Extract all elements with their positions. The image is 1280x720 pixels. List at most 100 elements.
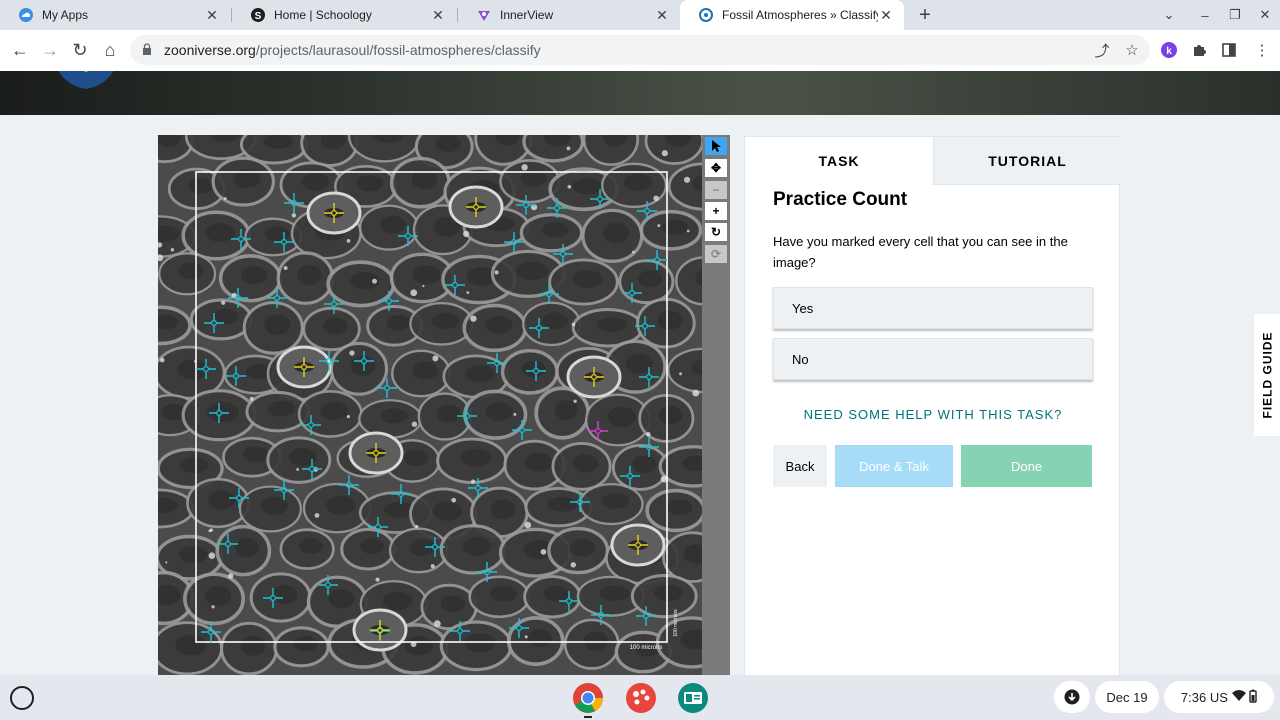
cell-shadow [205, 223, 236, 242]
cell-shadow [661, 219, 689, 235]
help-link[interactable]: NEED SOME HELP WITH THIS TASK? [773, 407, 1093, 422]
tab-tutorial[interactable]: TUTORIAL [933, 137, 1121, 185]
tab-title: My Apps [42, 8, 89, 22]
status-tray[interactable]: 7:36 US [1164, 681, 1274, 713]
surface-speck [415, 524, 419, 529]
minimize-icon[interactable]: – [1190, 0, 1220, 30]
cell-shadow [241, 266, 268, 285]
reload-icon[interactable]: ↻ [68, 38, 92, 62]
address-bar[interactable]: zooniverse.org/projects/laurasoul/fossil… [130, 35, 1150, 65]
surface-speck [223, 197, 227, 200]
launcher-icon[interactable] [10, 686, 34, 710]
tab-task[interactable]: TASK [745, 137, 933, 185]
close-icon[interactable]: ✕ [654, 7, 670, 23]
surface-speck [432, 355, 439, 362]
cell-shadow [328, 588, 355, 609]
reset-view-icon[interactable]: ⟳ [705, 245, 727, 263]
subject-image-viewer[interactable]: 100 microns 100 microns [158, 135, 702, 675]
cell-shadow [547, 496, 577, 512]
surface-speck [228, 573, 234, 579]
done-and-talk-button[interactable]: Done & Talk [835, 445, 953, 487]
cell-shadow [490, 499, 516, 520]
surface-speck [540, 549, 547, 555]
zoom-in-icon[interactable]: + [705, 202, 727, 220]
download-tray-icon[interactable] [1054, 681, 1090, 713]
surface-speck [470, 315, 477, 322]
surface-speck [686, 229, 690, 233]
new-tab-plus-icon[interactable]: + [914, 4, 936, 26]
extension-k-icon[interactable]: k [1157, 36, 1181, 64]
surface-speck [410, 289, 418, 297]
cell-shadow [386, 315, 411, 331]
side-panel-icon[interactable] [1217, 36, 1241, 64]
cell-shadow [404, 636, 434, 656]
surface-speck [375, 577, 380, 582]
share-icon[interactable]: ⤴ [1090, 36, 1114, 64]
cell-shadow [320, 401, 349, 420]
cell-shadow [599, 585, 630, 602]
panel-tabs: TASK TUTORIAL [745, 137, 1121, 185]
canvas-paint-icon[interactable] [625, 682, 657, 714]
cell-shadow [460, 449, 492, 467]
surface-speck [521, 164, 528, 171]
done-button[interactable]: Done [961, 445, 1092, 487]
close-icon[interactable]: ✕ [204, 7, 220, 23]
locale-label: US [1209, 689, 1228, 705]
cell-shadow [596, 317, 628, 333]
cell-shadow [572, 454, 599, 473]
cell-shadow [271, 585, 298, 604]
tab-innerview[interactable]: InnerView ✕ [458, 0, 680, 30]
extensions-puzzle-icon[interactable] [1187, 36, 1211, 64]
tab-title: InnerView [500, 8, 554, 22]
task-title: Practice Count [773, 189, 908, 210]
surface-speck [372, 278, 378, 284]
move-tool-icon[interactable]: ✥ [705, 159, 727, 177]
close-icon[interactable]: ✕ [430, 7, 446, 23]
tab-my-apps[interactable]: My Apps ✕ [0, 0, 230, 30]
menu-kebab-icon[interactable]: ⋮ [1250, 36, 1274, 64]
chrome-icon[interactable] [572, 682, 604, 714]
answer-no-button[interactable]: No [773, 338, 1093, 380]
back-button[interactable]: Back [773, 445, 827, 487]
surface-speck [422, 284, 425, 288]
zoom-out-icon[interactable]: − [705, 181, 727, 199]
forward-arrow-icon[interactable]: → [38, 38, 62, 62]
bookmark-star-icon[interactable]: ☆ [1120, 36, 1144, 64]
cell-shadow [525, 452, 552, 472]
close-window-icon[interactable]: ✕ [1250, 0, 1280, 30]
surface-speck [513, 412, 517, 416]
close-icon[interactable]: ✕ [878, 7, 894, 23]
pointer-tool-icon[interactable] [705, 137, 727, 155]
cell-shadow [435, 135, 461, 153]
cell-shadow [178, 546, 208, 564]
cell-shadow [356, 175, 384, 192]
tab-strip: My Apps ✕ S Home | Schoology ✕ InnerView… [0, 0, 1280, 30]
restore-icon[interactable]: ❐ [1220, 0, 1250, 30]
tab-schoology[interactable]: S Home | Schoology ✕ [232, 0, 456, 30]
field-guide-tab[interactable]: FIELD GUIDE [1254, 314, 1280, 436]
cell-shadow [204, 585, 232, 606]
cell-shadow [179, 457, 209, 474]
surface-speck [657, 224, 661, 228]
tab-fossil-atmospheres[interactable]: Fossil Atmospheres » Classify ✕ [680, 0, 904, 30]
surface-speck [524, 635, 528, 639]
surface-speck [346, 239, 351, 243]
cell-shadow [462, 536, 492, 556]
rotate-icon[interactable]: ↻ [705, 223, 727, 241]
cell-shadow [437, 404, 461, 423]
date-tray[interactable]: Dec 19 [1095, 681, 1159, 713]
back-arrow-icon[interactable]: ← [8, 38, 32, 62]
cell-shadow [440, 595, 466, 613]
surface-speck [211, 605, 215, 609]
surface-speck [566, 146, 571, 151]
cell-shadow [326, 495, 356, 515]
cell-shadow [554, 400, 578, 420]
svg-text:k: k [1166, 46, 1172, 57]
home-icon[interactable]: ⌂ [98, 38, 122, 62]
tab-search-chevron-icon[interactable]: ⌄ [1154, 0, 1184, 30]
cell-shadow [243, 446, 269, 462]
viewer-toolbar: ✥ − + ↻ ⟳ [702, 135, 730, 675]
leaf-micrograph[interactable]: 100 microns 100 microns [158, 135, 702, 675]
classroom-app-icon[interactable] [677, 682, 709, 714]
answer-yes-button[interactable]: Yes [773, 287, 1093, 329]
